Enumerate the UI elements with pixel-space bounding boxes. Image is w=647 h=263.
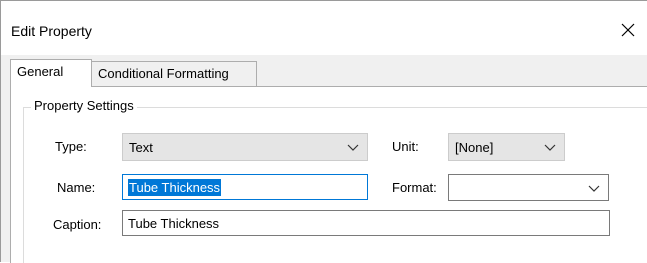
caption-input[interactable]: Tube Thickness xyxy=(122,210,610,236)
property-settings-legend: Property Settings xyxy=(31,98,137,113)
format-label: Format: xyxy=(392,180,437,195)
unit-select-value: [None] xyxy=(455,140,494,155)
tab-general[interactable]: General xyxy=(10,59,92,87)
edit-property-dialog: Edit Property General Conditional Format… xyxy=(0,0,647,263)
dialog-title: Edit Property xyxy=(11,23,92,39)
name-input[interactable]: Tube Thickness xyxy=(122,174,368,200)
name-input-value: Tube Thickness xyxy=(128,179,222,196)
tab-general-label: General xyxy=(17,64,64,79)
caption-label: Caption: xyxy=(53,217,102,232)
type-select-value: Text xyxy=(129,140,153,155)
chevron-down-icon xyxy=(544,144,556,151)
title-bar: Edit Property xyxy=(1,1,647,55)
name-input-selection: Tube Thickness xyxy=(128,179,222,196)
chevron-down-icon xyxy=(347,144,359,151)
caption-input-value: Tube Thickness xyxy=(128,216,220,231)
close-button[interactable] xyxy=(609,13,647,47)
close-icon xyxy=(621,23,635,37)
tab-conditional-formatting-label: Conditional Formatting xyxy=(98,66,229,81)
type-label: Type: xyxy=(55,139,87,154)
type-select[interactable]: Text xyxy=(122,133,368,161)
tab-conditional-formatting[interactable]: Conditional Formatting xyxy=(91,61,257,86)
chevron-down-icon xyxy=(588,185,600,192)
format-select[interactable] xyxy=(448,174,609,201)
tab-strip: General Conditional Formatting xyxy=(1,55,647,87)
unit-label: Unit: xyxy=(392,139,419,154)
unit-select[interactable]: [None] xyxy=(448,133,565,161)
name-label: Name: xyxy=(57,180,96,195)
